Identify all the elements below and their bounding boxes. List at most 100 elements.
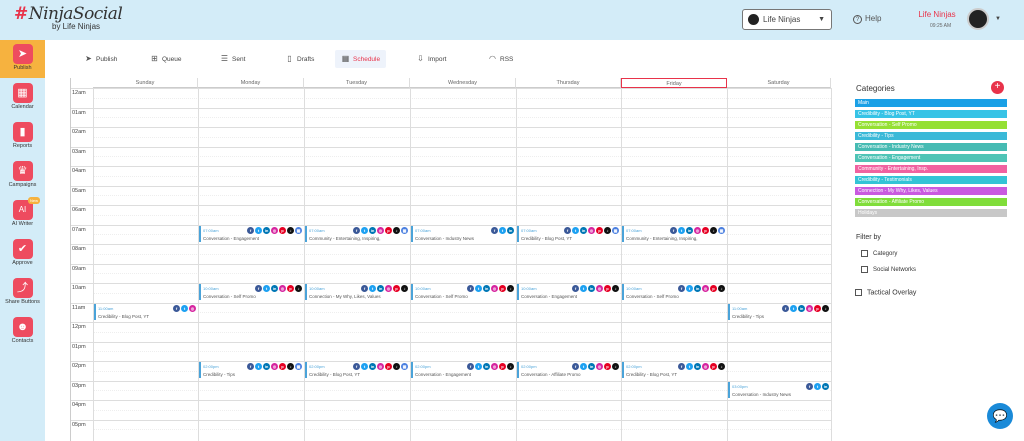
tab-rss[interactable]: ◠ RSS bbox=[488, 50, 513, 68]
category-conversation-self-promo[interactable]: Conversation - Self Promo bbox=[855, 121, 1007, 129]
paper-plane-icon: ➤ bbox=[12, 44, 33, 64]
account-select[interactable]: Life Ninjas ▼ bbox=[742, 9, 832, 30]
scheduled-post[interactable]: 07:00am Community - Entertaining, Inspiri… bbox=[305, 225, 409, 242]
tab-drafts[interactable]: ▯ Drafts bbox=[285, 50, 314, 68]
tw-icon: t bbox=[678, 226, 685, 234]
gb-icon: ▦ bbox=[718, 226, 725, 234]
half-hour-line bbox=[93, 273, 831, 275]
post-category: Conversation - Engagement bbox=[203, 235, 260, 241]
hour-line bbox=[71, 146, 831, 148]
pi-icon: p bbox=[814, 304, 821, 312]
checkbox-icon bbox=[855, 289, 862, 296]
scheduled-post[interactable]: 02:00pm Credibility - Tips f t in ◎ p ♪ ▦ bbox=[199, 362, 303, 378]
half-hour-line bbox=[93, 312, 831, 314]
help-link[interactable]: ? Help bbox=[853, 14, 881, 24]
scheduled-post[interactable]: 02:00pm Credibility - Blog Post, YT f t in ◎ p… bbox=[622, 362, 726, 378]
half-hour-line bbox=[93, 390, 831, 392]
time-label: 11am bbox=[72, 304, 86, 311]
tw-icon: t bbox=[255, 363, 262, 370]
half-hour-line bbox=[93, 409, 831, 411]
scheduled-post[interactable]: 03:00pm Conversation - Industry News f t in bbox=[728, 381, 830, 398]
sidebar-item-label: Approve bbox=[12, 260, 33, 266]
category-holidays[interactable]: Holidays bbox=[855, 209, 1007, 217]
scheduled-post[interactable]: 11:00am Credibility - Tips f t in ◎ p ♪ bbox=[728, 303, 830, 320]
hour-line bbox=[71, 88, 831, 89]
fb-icon: f bbox=[467, 285, 474, 292]
pi-icon: p bbox=[393, 285, 400, 292]
scheduled-post[interactable]: 07:00am Community - Entertaining, Inspiri… bbox=[622, 225, 726, 242]
category-community-entertaining-insp[interactable]: Community - Entertaining, Insp. bbox=[855, 165, 1007, 173]
schedule-icon: ▦ bbox=[341, 54, 350, 63]
scheduled-post[interactable]: 10:00am Conversation - Engagement f t in ◎ p ♪ bbox=[517, 284, 620, 300]
category-credibility-testimonials[interactable]: Credibility - Testimonials bbox=[855, 176, 1007, 184]
time-label: 09am bbox=[72, 265, 86, 272]
scheduled-post[interactable]: 10:00am Conversation - Self Promo f t in ◎ p ♪ bbox=[199, 284, 303, 300]
tw-icon: t bbox=[255, 226, 262, 234]
user-name[interactable]: Life Ninjas bbox=[914, 10, 960, 19]
tab-queue[interactable]: ⊞ Queue bbox=[150, 50, 181, 68]
share-icon: ⤴ bbox=[12, 278, 33, 298]
category-credibility-tips[interactable]: Credibility - Tips bbox=[855, 132, 1007, 140]
time-label: 05pm bbox=[72, 421, 86, 428]
hour-line bbox=[71, 341, 831, 343]
tab-sent[interactable]: ☰ Sent bbox=[220, 50, 245, 68]
sidebar-item-label: Publish bbox=[13, 65, 32, 71]
sidebar-item-calendar[interactable]: ▦ Calendar bbox=[0, 79, 45, 117]
ig-icon: ◎ bbox=[694, 226, 701, 234]
fb-icon: f bbox=[467, 363, 474, 370]
scheduled-post[interactable]: 02:00pm Credibility - Blog Post, YT f t in ◎ p… bbox=[305, 362, 409, 378]
add-category-button[interactable]: + bbox=[991, 81, 1004, 94]
category-conversation-engagement[interactable]: Conversation - Engagement bbox=[855, 154, 1007, 162]
sidebar-item-ai-writer[interactable]: AI AI Writer New bbox=[0, 196, 45, 234]
queue-icon: ⊞ bbox=[151, 54, 158, 63]
tab-schedule[interactable]: ▦ Schedule bbox=[335, 50, 387, 68]
post-networks: f t in ◎ p ♪ bbox=[466, 285, 514, 292]
post-time: 07:00am bbox=[203, 227, 219, 233]
fb-icon: f bbox=[353, 226, 360, 234]
user-avatar[interactable] bbox=[967, 8, 989, 30]
sidebar-item-share-buttons[interactable]: ⤴ Share Buttons bbox=[0, 274, 45, 312]
ig-icon: ◎ bbox=[596, 285, 603, 292]
category-connection-my-why-likes-values[interactable]: Connection - My Why, Likes, Values bbox=[855, 187, 1007, 195]
scheduled-post[interactable]: 11:00am Credibility - Blog Post, YT f t ◎ bbox=[94, 303, 197, 320]
sidebar-item-contacts[interactable]: ☻ Contacts bbox=[0, 313, 45, 351]
scheduled-post[interactable]: 07:00am Credibility - Blog Post, YT f t in ◎ p… bbox=[517, 225, 620, 242]
scheduled-post[interactable]: 10:00am Connection - My Why, Likes, Value… bbox=[305, 284, 409, 300]
li-icon: in bbox=[377, 285, 384, 292]
scheduled-post[interactable]: 02:00pm Conversation - Engagement f t in ◎ p ♪ bbox=[411, 362, 515, 378]
tab-import[interactable]: ⇩ Import bbox=[416, 50, 446, 68]
time-label: 12am bbox=[72, 90, 86, 96]
category-conversation-affiliate-promo[interactable]: Conversation - Affiliate Promo bbox=[855, 198, 1007, 206]
scheduled-post[interactable]: 10:00am Conversation - Self Promo f t in ◎ p ♪ bbox=[622, 284, 726, 300]
sidebar-item-campaigns[interactable]: ♛ Campaigns bbox=[0, 157, 45, 195]
sidebar-item-publish[interactable]: ➤ Publish bbox=[0, 40, 45, 78]
time-label: 01am bbox=[72, 109, 86, 116]
scheduled-post[interactable]: 10:00am Conversation - Self Promo f t in ◎ p ♪ bbox=[411, 284, 515, 300]
sidebar-item-label: Contacts bbox=[11, 338, 34, 344]
hour-line bbox=[71, 185, 831, 187]
schedule-calendar: Sunday Monday Tuesday Wednesday Thursday Frid… bbox=[70, 78, 832, 441]
ig-icon: ◎ bbox=[491, 285, 498, 292]
tt-icon: ♪ bbox=[287, 226, 294, 234]
app-logo[interactable]: #NinjaSocial bbox=[14, 4, 123, 24]
user-menu-chevron-icon[interactable]: ▼ bbox=[995, 16, 1001, 22]
filter-category-checkbox[interactable]: Category bbox=[861, 250, 897, 257]
post-category: Conversation - Industry News bbox=[415, 235, 475, 241]
chat-icon[interactable]: 💬 bbox=[987, 403, 1013, 429]
category-conversation-industry-news[interactable]: Conversation - Industry News bbox=[855, 143, 1007, 151]
sidebar-item-approve[interactable]: ✔ Approve bbox=[0, 235, 45, 273]
sidebar-item-reports[interactable]: ▮ Reports bbox=[0, 118, 45, 156]
category-main[interactable]: Main bbox=[855, 99, 1007, 107]
filter-social-networks-checkbox[interactable]: Social Networks bbox=[861, 266, 916, 273]
scheduled-post[interactable]: 07:00am Conversation - Engagement f t in ◎ p ♪ ▦ bbox=[199, 225, 303, 242]
tab-publish[interactable]: ➤ Publish bbox=[84, 50, 117, 68]
scheduled-post[interactable]: 02:00pm Conversation - Affiliate Promo f t i… bbox=[517, 362, 620, 378]
tactical-overlay-checkbox[interactable]: Tactical Overlay bbox=[855, 289, 916, 296]
tab-label: Publish bbox=[96, 56, 118, 63]
category-credibility-blog-post-yt[interactable]: Credibility - Blog Post, YT bbox=[855, 110, 1007, 118]
scheduled-post[interactable]: 07:00am Conversation - Industry News f t in bbox=[411, 225, 515, 242]
checkbox-label: Social Networks bbox=[873, 267, 917, 274]
li-icon: in bbox=[588, 285, 595, 292]
post-time: 02:00pm bbox=[309, 364, 325, 369]
hour-line bbox=[71, 205, 831, 206]
